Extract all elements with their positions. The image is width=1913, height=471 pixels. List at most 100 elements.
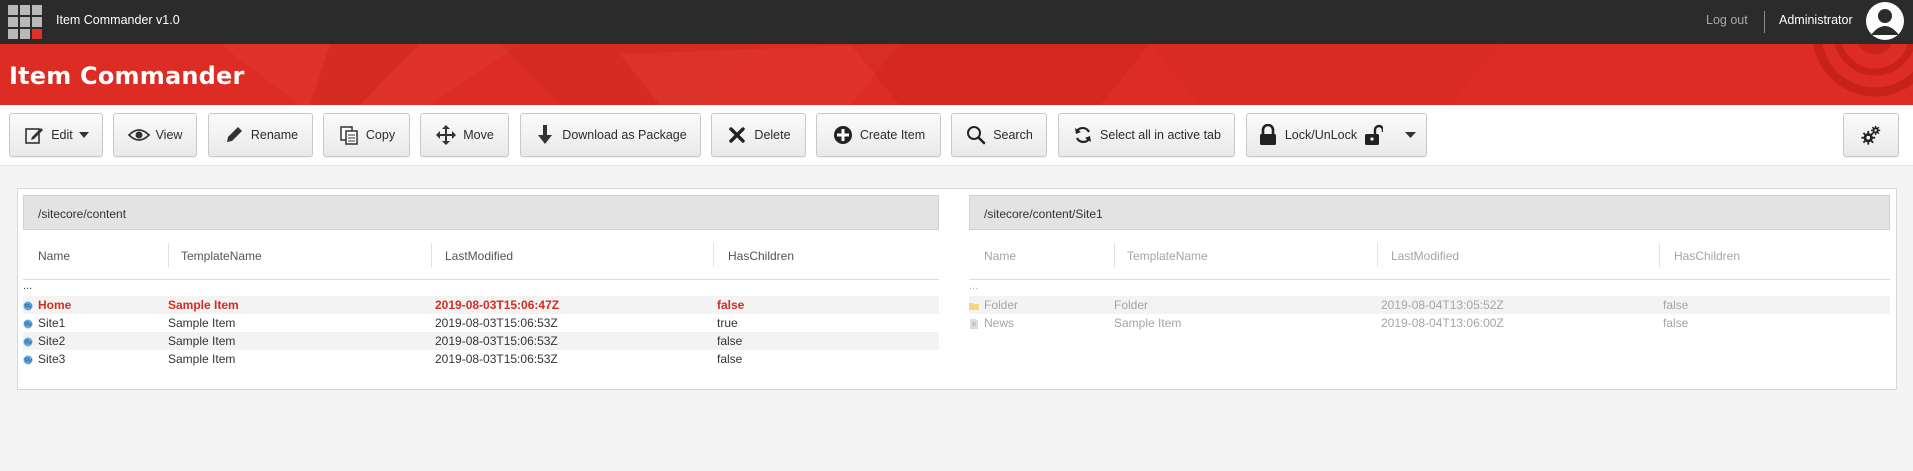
select-all-label: Select all in active tab bbox=[1100, 128, 1221, 142]
globe-icon bbox=[23, 354, 33, 365]
left-path-bar: /sitecore/content bbox=[23, 195, 939, 230]
cell-name: Home bbox=[38, 298, 72, 312]
cell-modified: 2019-08-03T15:06:53Z bbox=[435, 352, 558, 366]
right-path-bar: /sitecore/content/Site1 bbox=[969, 195, 1890, 230]
logout-link[interactable]: Log out bbox=[1706, 13, 1748, 27]
create-item-button[interactable]: Create Item bbox=[816, 113, 941, 157]
right-item-list: Folder Folder 2019-08-04T13:05:52Z false New… bbox=[969, 296, 1890, 332]
column-header-template[interactable]: TemplateName bbox=[1127, 243, 1208, 269]
view-label: View bbox=[155, 128, 183, 142]
cell-template: Sample Item bbox=[1114, 316, 1182, 330]
edit-icon bbox=[23, 124, 45, 146]
move-button[interactable]: Move bbox=[420, 113, 509, 157]
table-row[interactable]: Site2 Sample Item 2019-08-03T15:06:53Z fals… bbox=[23, 332, 939, 350]
column-separator bbox=[713, 243, 714, 267]
column-header-modified[interactable]: LastModified bbox=[1391, 243, 1459, 269]
avatar[interactable] bbox=[1866, 2, 1904, 40]
eye-icon bbox=[127, 124, 150, 146]
close-icon bbox=[726, 124, 748, 146]
column-header-modified[interactable]: LastModified bbox=[445, 243, 513, 269]
cell-modified: 2019-08-04T13:05:52Z bbox=[1381, 298, 1504, 312]
cell-children: false bbox=[717, 352, 743, 366]
globe-icon bbox=[23, 336, 33, 347]
move-arrows-icon bbox=[435, 124, 457, 146]
app-launcher-icon[interactable] bbox=[8, 5, 42, 39]
pencil-icon bbox=[223, 124, 245, 146]
caret-down-icon bbox=[78, 131, 89, 139]
view-button[interactable]: View bbox=[113, 113, 197, 157]
unlock-icon bbox=[1363, 124, 1385, 146]
table-row[interactable]: Folder Folder 2019-08-04T13:05:52Z false bbox=[969, 296, 1890, 314]
table-row[interactable]: News Sample Item 2019-08-04T13:06:00Z false bbox=[969, 314, 1890, 332]
cell-template: Sample Item bbox=[168, 316, 236, 330]
lock-unlock-button[interactable]: Lock/UnLock bbox=[1246, 113, 1427, 157]
column-separator bbox=[431, 243, 432, 267]
select-all-button[interactable]: Select all in active tab bbox=[1058, 113, 1235, 157]
copy-button[interactable]: Copy bbox=[323, 113, 410, 157]
cell-children: false bbox=[717, 334, 743, 348]
cell-template: Folder bbox=[1114, 298, 1149, 312]
cell-template: Sample Item bbox=[168, 298, 239, 312]
header-background bbox=[0, 44, 1913, 105]
download-package-button[interactable]: Download as Package bbox=[520, 113, 701, 157]
table-row[interactable]: Home Sample Item 2019-08-03T15:06:47Z false bbox=[23, 296, 939, 314]
edit-label: Edit bbox=[51, 128, 73, 142]
cell-modified: 2019-08-03T15:06:47Z bbox=[435, 298, 560, 312]
header-divider bbox=[23, 279, 939, 280]
table-row[interactable]: Site3 Sample Item 2019-08-03T15:06:53Z fals… bbox=[23, 350, 939, 368]
document-icon bbox=[969, 318, 979, 329]
left-item-list: Home Sample Item 2019-08-03T15:06:47Z false… bbox=[23, 296, 939, 368]
settings-button[interactable] bbox=[1843, 113, 1899, 157]
search-label: Search bbox=[993, 128, 1033, 142]
edit-button[interactable]: Edit bbox=[9, 113, 103, 157]
toolbar: Edit View Rename Copy Move Download as P… bbox=[0, 105, 1913, 166]
cell-template: Sample Item bbox=[168, 352, 236, 366]
username[interactable]: Administrator bbox=[1779, 13, 1853, 27]
cell-name: Folder bbox=[984, 298, 1019, 312]
copy-label: Copy bbox=[365, 128, 396, 142]
header-divider bbox=[969, 279, 1890, 280]
column-header-children[interactable]: HasChildren bbox=[1674, 243, 1740, 269]
folder-icon bbox=[969, 300, 979, 310]
column-header-name[interactable]: Name bbox=[38, 243, 70, 269]
create-item-label: Create Item bbox=[859, 128, 926, 142]
column-separator bbox=[1377, 243, 1378, 267]
column-separator bbox=[1659, 243, 1660, 267]
cell-children: false bbox=[1663, 316, 1689, 330]
commander-panel: /sitecore/content Name TemplateName Last… bbox=[17, 188, 1897, 390]
cell-children: false bbox=[1663, 298, 1689, 312]
cell-template: Sample Item bbox=[168, 334, 236, 348]
download-label: Download as Package bbox=[562, 128, 687, 142]
right-column-headers: Name TemplateName LastModified HasChildr… bbox=[969, 243, 1890, 269]
delete-label: Delete bbox=[754, 128, 791, 142]
left-pane[interactable]: /sitecore/content Name TemplateName Last… bbox=[23, 195, 939, 385]
cell-modified: 2019-08-03T15:06:53Z bbox=[435, 334, 558, 348]
cell-children: false bbox=[717, 298, 745, 312]
right-pane[interactable]: /sitecore/content/Site1 Name TemplateNam… bbox=[969, 195, 1890, 385]
column-separator bbox=[168, 243, 169, 267]
divider bbox=[1764, 11, 1765, 33]
plus-circle-icon bbox=[832, 124, 854, 146]
move-label: Move bbox=[463, 128, 494, 142]
search-button[interactable]: Search bbox=[951, 113, 1047, 157]
caret-down-icon[interactable] bbox=[1405, 131, 1417, 139]
app-title: Item Commander v1.0 bbox=[56, 13, 180, 27]
delete-button[interactable]: Delete bbox=[711, 113, 806, 157]
globe-icon bbox=[23, 300, 33, 311]
globe-icon bbox=[23, 318, 33, 329]
left-column-headers: Name TemplateName LastModified HasChildr… bbox=[23, 243, 939, 269]
download-arrow-icon bbox=[534, 124, 556, 146]
lock-label: Lock/UnLock bbox=[1284, 128, 1358, 142]
refresh-icon bbox=[1072, 124, 1094, 146]
page-title: Item Commander bbox=[9, 62, 245, 90]
cell-children: true bbox=[717, 316, 738, 330]
cell-name: News bbox=[984, 316, 1015, 330]
column-header-template[interactable]: TemplateName bbox=[181, 243, 262, 269]
column-header-children[interactable]: HasChildren bbox=[728, 243, 794, 269]
parent-folder-row[interactable]: ... bbox=[969, 280, 978, 292]
column-header-name[interactable]: Name bbox=[984, 243, 1016, 269]
cell-modified: 2019-08-04T13:06:00Z bbox=[1381, 316, 1504, 330]
rename-button[interactable]: Rename bbox=[208, 113, 313, 157]
parent-folder-row[interactable]: ... bbox=[23, 280, 32, 292]
table-row[interactable]: Site1 Sample Item 2019-08-03T15:06:53Z true bbox=[23, 314, 939, 332]
